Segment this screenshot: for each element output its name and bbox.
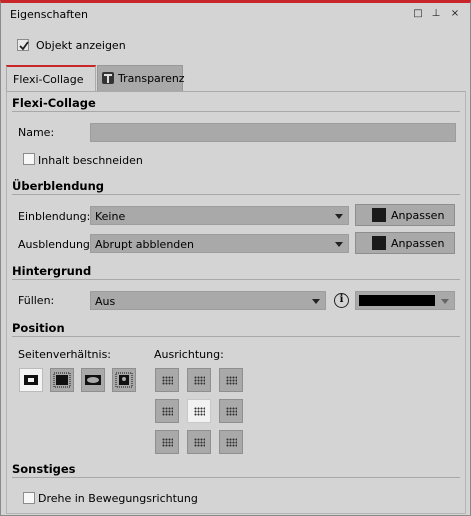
section-position: Position — [12, 321, 65, 335]
fade-out-select[interactable]: Abrupt abblenden — [90, 234, 349, 253]
align-middle-right-button[interactable] — [219, 399, 243, 423]
checkmark-icon — [19, 41, 29, 51]
align-top-right-button[interactable] — [219, 368, 243, 392]
align-dots-icon — [226, 376, 237, 385]
align-dots-icon — [194, 438, 205, 447]
divider — [12, 336, 460, 337]
transparency-icon — [102, 72, 114, 84]
align-dots-icon — [162, 376, 173, 385]
fade-out-adjust-label: Anpassen — [391, 237, 445, 250]
divider — [12, 111, 460, 112]
crop-content-checkbox[interactable] — [23, 153, 35, 165]
divider — [12, 279, 460, 280]
fade-ba-icon — [372, 236, 386, 250]
fill-label: Füllen: — [18, 294, 55, 307]
fade-in-value: Keine — [95, 210, 126, 223]
rotate-direction-checkbox[interactable] — [23, 492, 35, 504]
name-label: Name: — [18, 126, 55, 139]
info-icon[interactable]: i — [334, 293, 349, 308]
tab-flexi-collage[interactable]: Flexi-Collage — [6, 65, 96, 92]
aspect-fill-icon — [53, 372, 71, 388]
align-top-center-button[interactable] — [187, 368, 211, 392]
alignment-label: Ausrichtung: — [154, 348, 224, 361]
tab-flexi-collage-label: Flexi-Collage — [13, 73, 84, 86]
align-top-left-button[interactable] — [155, 368, 179, 392]
fade-ab-icon — [372, 208, 386, 222]
fade-in-select[interactable]: Keine — [90, 206, 349, 225]
chevron-down-icon — [335, 242, 343, 247]
section-other: Sonstiges — [12, 462, 76, 476]
align-dots-icon — [162, 438, 173, 447]
pin-icon[interactable]: ⊥ — [431, 9, 441, 19]
align-dots-icon — [162, 407, 173, 416]
align-dots-icon — [194, 407, 205, 416]
chevron-down-icon — [441, 299, 449, 304]
align-middle-left-button[interactable] — [155, 399, 179, 423]
aspect-fit-button[interactable] — [19, 368, 43, 392]
info-glyph: i — [339, 294, 344, 305]
properties-panel: Eigenschaften □ ⊥ × Objekt anzeigen Flex… — [0, 0, 471, 516]
aspect-oval-icon — [85, 375, 101, 385]
fade-out-adjust-button[interactable]: Anpassen — [355, 232, 455, 254]
fade-out-label: Ausblendung: — [18, 238, 94, 251]
fade-out-value: Abrupt abblenden — [95, 238, 195, 251]
section-blend: Überblendung — [12, 179, 105, 193]
align-bottom-center-button[interactable] — [187, 430, 211, 454]
maximize-icon[interactable]: □ — [413, 9, 423, 19]
aspect-ratio-label: Seitenverhältnis: — [18, 348, 112, 361]
fade-in-adjust-button[interactable]: Anpassen — [355, 204, 455, 226]
tab-transparency-label: Transparenz — [118, 72, 185, 85]
align-bottom-left-button[interactable] — [155, 430, 179, 454]
color-picker[interactable] — [355, 291, 455, 310]
chevron-down-icon — [335, 214, 343, 219]
show-object-checkbox[interactable] — [17, 39, 29, 51]
aspect-oval-button[interactable] — [81, 368, 105, 392]
fade-in-label: Einblendung: — [18, 210, 91, 223]
panel-title: Eigenschaften — [10, 8, 88, 21]
chevron-down-icon — [312, 299, 320, 304]
show-object-label: Objekt anzeigen — [36, 39, 126, 52]
color-swatch — [359, 295, 435, 306]
fill-value: Aus — [95, 295, 116, 308]
section-flexi-collage: Flexi-Collage — [12, 96, 96, 110]
aspect-portrait-button[interactable] — [112, 368, 136, 392]
name-input[interactable] — [90, 123, 456, 142]
crop-content-label: Inhalt beschneiden — [38, 154, 143, 167]
divider — [12, 477, 460, 478]
aspect-fit-icon — [24, 375, 38, 385]
close-icon[interactable]: × — [450, 9, 460, 19]
align-dots-icon — [194, 376, 205, 385]
section-background: Hintergrund — [12, 264, 92, 278]
tab-content: Flexi-Collage Name: Inhalt beschneiden Ü… — [6, 91, 466, 514]
fade-in-adjust-label: Anpassen — [391, 209, 445, 222]
align-bottom-right-button[interactable] — [219, 430, 243, 454]
tab-transparency[interactable]: Transparenz — [97, 65, 185, 92]
aspect-portrait-icon — [115, 372, 133, 388]
align-dots-icon — [226, 438, 237, 447]
aspect-fill-button[interactable] — [50, 368, 74, 392]
align-dots-icon — [226, 407, 237, 416]
tab-bar: Flexi-Collage Transparenz — [6, 65, 466, 92]
rotate-direction-label: Drehe in Bewegungsrichtung — [38, 492, 198, 505]
title-bar: Eigenschaften □ ⊥ × — [1, 3, 470, 28]
align-center-button[interactable] — [187, 399, 211, 423]
divider — [12, 194, 460, 195]
fill-select[interactable]: Aus — [90, 291, 326, 310]
